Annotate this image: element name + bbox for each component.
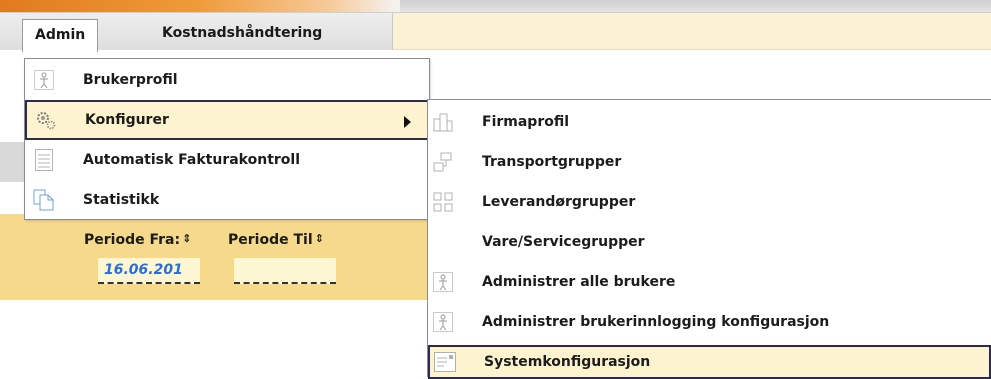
supplier-group-icon: [432, 191, 454, 213]
sort-icon[interactable]: ⇕: [315, 232, 324, 245]
submenu-item-vare-servicegrupper[interactable]: Vare/Servicegrupper: [428, 222, 991, 262]
menu-item-label: Statistikk: [83, 192, 160, 208]
submenu-item-administrer-brukerinnlogging[interactable]: Administrer brukerinnlogging konfigurasj…: [428, 302, 991, 342]
admin-dropdown-menu: Brukerprofil Konfigurer Automatisk Faktu…: [24, 58, 430, 220]
person-icon: [432, 271, 454, 293]
periode-fra-label[interactable]: Periode Fra: ⇕: [84, 232, 191, 248]
submenu-item-label: Transportgrupper: [482, 154, 622, 170]
periode-fra-input[interactable]: 16.06.201: [98, 258, 200, 284]
submenu-item-label: Systemkonfigurasjon: [484, 354, 651, 370]
submenu-item-label: Leverandørgrupper: [482, 194, 636, 210]
top-banner: [0, 0, 991, 12]
menu-item-automatisk-fakturakontroll[interactable]: Automatisk Fakturakontroll: [25, 140, 429, 180]
sort-icon[interactable]: ⇕: [182, 232, 191, 245]
person-icon: [33, 69, 55, 91]
menu-item-label: Automatisk Fakturakontroll: [83, 152, 300, 168]
periode-fra-text: Periode Fra:: [84, 232, 181, 248]
menu-item-label: Konfigurer: [85, 112, 169, 128]
tab-kostnadshandtering[interactable]: Kostnadshåndtering: [152, 19, 332, 47]
menu-bar: Admin Kostnadshåndtering: [0, 12, 991, 52]
submenu-item-label: Vare/Servicegrupper: [482, 234, 645, 250]
person-icon: [432, 311, 454, 333]
submenu-item-label: Administrer brukerinnlogging konfigurasj…: [482, 314, 830, 330]
company-icon: [432, 111, 454, 133]
transport-group-icon: [432, 151, 454, 173]
periode-til-input[interactable]: [234, 258, 336, 284]
menu-item-label: Brukerprofil: [83, 72, 178, 88]
system-config-icon: [434, 351, 456, 373]
periode-til-label[interactable]: Periode Til ⇕: [228, 232, 324, 248]
tab-admin[interactable]: Admin: [22, 19, 99, 52]
periode-til-text: Periode Til: [228, 232, 313, 248]
konfigurer-submenu: Firmaprofil Transportgrupper Leverandørg…: [427, 99, 991, 379]
top-banner-gray: [400, 0, 991, 12]
submenu-item-transportgrupper[interactable]: Transportgrupper: [428, 142, 991, 182]
copy-pages-icon: [33, 189, 55, 211]
filter-panel: [0, 214, 430, 300]
menu-item-konfigurer[interactable]: Konfigurer: [25, 100, 429, 140]
submenu-item-administrer-alle-brukere[interactable]: Administrer alle brukere: [428, 262, 991, 302]
submenu-item-label: Administrer alle brukere: [482, 274, 676, 290]
document-icon: [33, 149, 55, 171]
submenu-item-firmaprofil[interactable]: Firmaprofil: [428, 102, 991, 142]
submenu-item-label: Firmaprofil: [482, 114, 570, 130]
submenu-item-leverandorgrupper[interactable]: Leverandørgrupper: [428, 182, 991, 222]
submenu-arrow-icon: [404, 116, 411, 128]
gear-icon: [35, 109, 57, 131]
submenu-item-systemkonfigurasjon[interactable]: Systemkonfigurasjon: [428, 345, 991, 379]
menu-item-brukerprofil[interactable]: Brukerprofil: [25, 60, 429, 100]
menu-bar-tabs: Admin Kostnadshåndtering: [0, 13, 393, 52]
menu-item-statistikk[interactable]: Statistikk: [25, 180, 429, 220]
